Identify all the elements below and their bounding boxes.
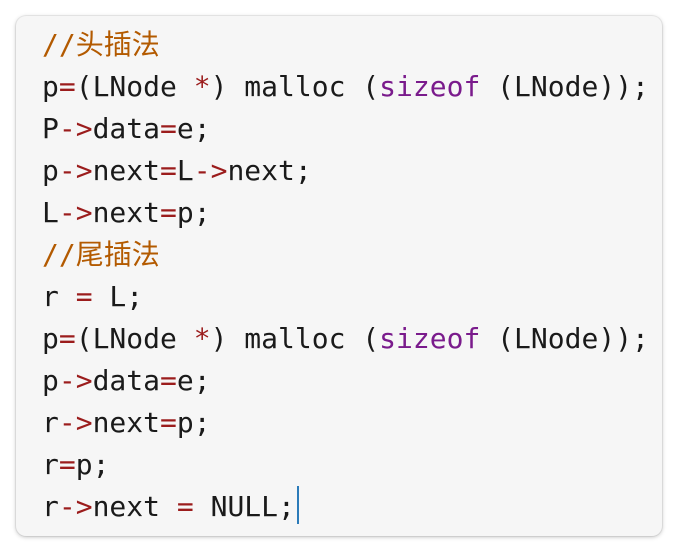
operator-token: = (160, 364, 177, 397)
operator-token: -> (58, 490, 93, 523)
keyword-token: sizeof (379, 322, 481, 355)
code-line[interactable]: p=(LNode *) malloc (sizeof (LNode)); (42, 318, 649, 360)
code-text-token: p (42, 322, 59, 355)
operator-token: = (160, 196, 177, 229)
code-line[interactable]: r->next = NULL; (42, 486, 649, 528)
code-text-token: data (92, 364, 161, 397)
code-text-token: r (42, 448, 59, 481)
operator-token: = (160, 112, 177, 145)
code-text-token: p; (176, 406, 211, 439)
code-text-token: ) malloc ( (210, 322, 380, 355)
operator-token: -> (58, 154, 93, 187)
operator-token: -> (58, 364, 93, 397)
code-text-token: p; (176, 196, 211, 229)
operator-token: -> (58, 196, 93, 229)
code-text-token: next; (227, 154, 312, 187)
operator-token: * (193, 322, 211, 355)
code-line[interactable]: //头插法 (42, 24, 649, 66)
code-text-token: next (92, 406, 161, 439)
code-text-token: next (92, 490, 177, 523)
code-text-token: P (42, 112, 59, 145)
code-text-token: r (42, 280, 76, 313)
code-text-token: next (92, 154, 161, 187)
comment-token: //尾插法 (42, 238, 160, 271)
operator-token: * (193, 70, 211, 103)
operator-token: = (75, 280, 93, 313)
code-editor[interactable]: //头插法 p=(LNode *) malloc (sizeof (LNode))… (42, 24, 649, 528)
operator-token: = (176, 490, 194, 523)
operator-token: = (160, 154, 177, 187)
code-text-token: p (42, 154, 59, 187)
code-text-token: p (42, 364, 59, 397)
code-line[interactable]: p->next=L->next; (42, 150, 649, 192)
code-text-token: L; (92, 280, 144, 313)
code-text-token: e; (176, 112, 211, 145)
operator-token: -> (193, 154, 228, 187)
code-text-token: r (42, 406, 59, 439)
code-line[interactable]: r = L; (42, 276, 649, 318)
operator-token: -> (58, 112, 93, 145)
code-line[interactable]: L->next=p; (42, 192, 649, 234)
code-line[interactable]: p=(LNode *) malloc (sizeof (LNode)); (42, 66, 649, 108)
code-text-token: ) malloc ( (210, 70, 380, 103)
code-block[interactable]: //头插法 p=(LNode *) malloc (sizeof (LNode))… (16, 16, 662, 536)
code-text-token: data (92, 112, 161, 145)
text-cursor (296, 486, 299, 524)
code-text-token: (LNode (75, 70, 194, 103)
keyword-token: sizeof (379, 70, 481, 103)
code-line[interactable]: p->data=e; (42, 360, 649, 402)
code-text-token: p; (75, 448, 110, 481)
comment-token: //头插法 (42, 28, 160, 61)
operator-token: = (58, 322, 76, 355)
code-line[interactable]: //尾插法 (42, 234, 649, 276)
operator-token: = (160, 406, 177, 439)
code-text-token: e; (176, 364, 211, 397)
code-text-token: p (42, 70, 59, 103)
code-text-token: (LNode)); (480, 70, 649, 103)
code-text-token: NULL; (193, 490, 295, 523)
code-text-token: L (42, 196, 59, 229)
operator-token: -> (58, 406, 93, 439)
operator-token: = (58, 448, 76, 481)
code-line[interactable]: P->data=e; (42, 108, 649, 150)
code-text-token: r (42, 490, 59, 523)
code-text-token: (LNode)); (480, 322, 649, 355)
code-text-token: L (176, 154, 194, 187)
code-text-token: next (92, 196, 161, 229)
code-text-token: (LNode (75, 322, 194, 355)
code-line[interactable]: r->next=p; (42, 402, 649, 444)
code-line[interactable]: r=p; (42, 444, 649, 486)
operator-token: = (58, 70, 76, 103)
